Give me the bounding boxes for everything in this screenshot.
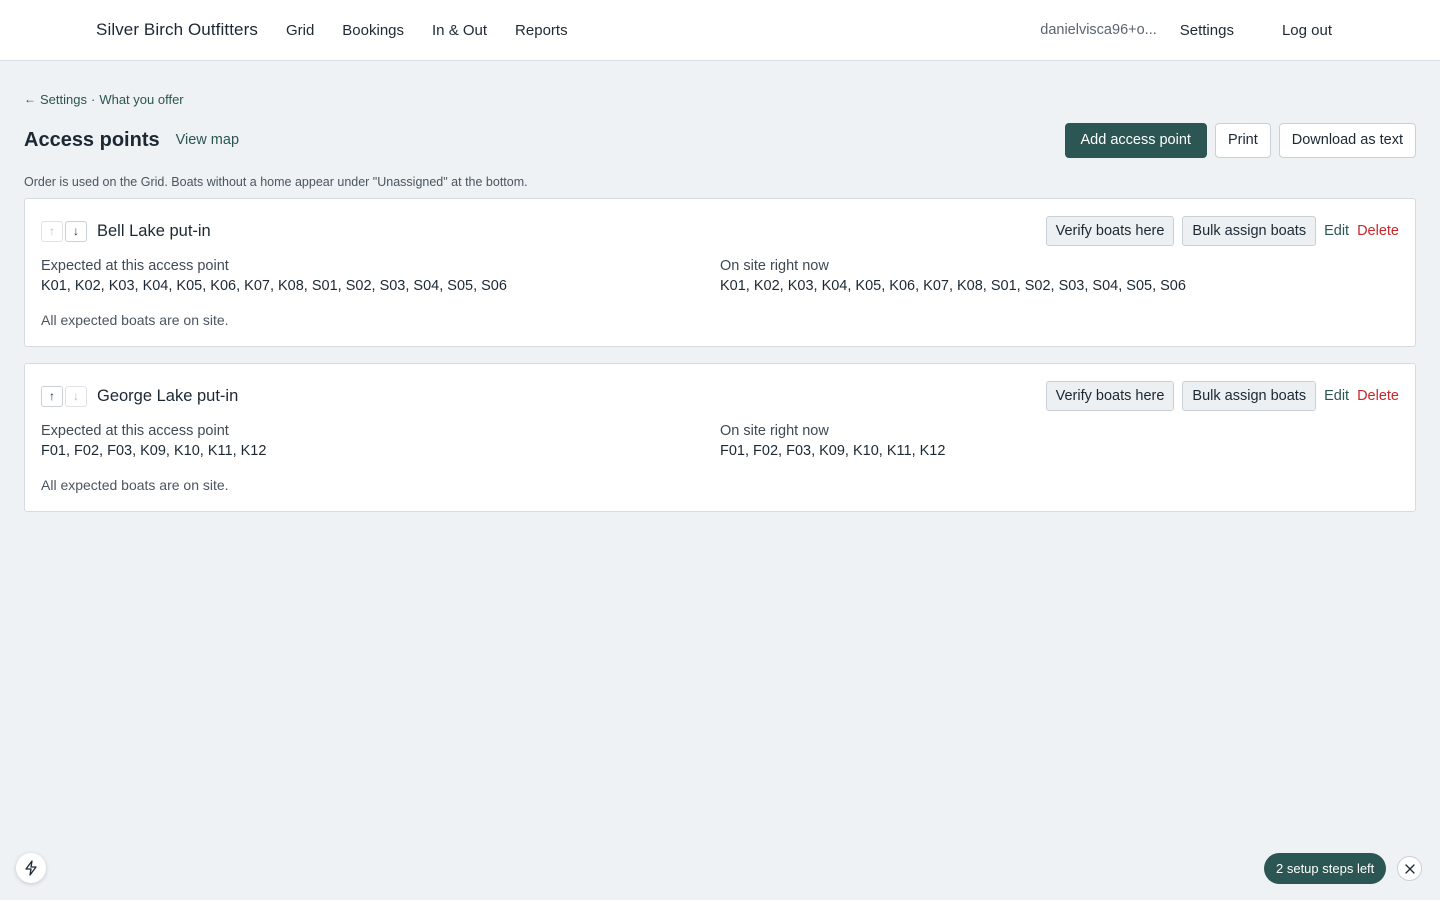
breadcrumb-parent[interactable]: Settings — [40, 92, 87, 107]
card-header: ↑ ↓ George Lake put-in Verify boats here… — [41, 381, 1399, 411]
expected-column: Expected at this access point F01, F02, … — [41, 421, 720, 461]
close-icon — [1404, 863, 1415, 874]
delete-link[interactable]: Delete — [1357, 223, 1399, 239]
access-point-card: ↑ ↓ George Lake put-in Verify boats here… — [24, 363, 1416, 512]
nav-reports[interactable]: Reports — [515, 22, 568, 39]
boat-columns: Expected at this access point F01, F02, … — [41, 421, 1399, 461]
arrow-down-icon: ↓ — [73, 389, 79, 403]
onsite-column: On site right now F01, F02, F03, K09, K1… — [720, 421, 1399, 461]
dismiss-setup-button[interactable] — [1397, 856, 1422, 881]
access-point-name: Bell Lake put-in — [97, 221, 211, 240]
main-content: ← Settings · What you offer Access point… — [0, 61, 1440, 512]
card-actions: Verify boats here Bulk assign boats Edit… — [1045, 216, 1399, 246]
main-nav: Grid Bookings In & Out Reports — [286, 22, 568, 39]
verify-boats-button[interactable]: Verify boats here — [1045, 381, 1175, 411]
card-header: ↑ ↓ Bell Lake put-in Verify boats here B… — [41, 216, 1399, 246]
add-access-point-button[interactable]: Add access point — [1064, 122, 1207, 158]
download-text-button[interactable]: Download as text — [1278, 122, 1416, 158]
edit-link[interactable]: Edit — [1324, 223, 1349, 239]
nav-settings[interactable]: Settings — [1180, 22, 1234, 39]
access-point-card: ↑ ↓ Bell Lake put-in Verify boats here B… — [24, 198, 1416, 347]
user-email[interactable]: danielvisca96+o... — [1040, 22, 1156, 38]
expected-label: Expected at this access point — [41, 423, 229, 439]
print-button[interactable]: Print — [1214, 122, 1271, 158]
move-down-button[interactable]: ↓ — [65, 220, 87, 242]
bulk-assign-button[interactable]: Bulk assign boats — [1182, 216, 1317, 246]
status-message: All expected boats are on site. — [41, 477, 229, 493]
page-header: Access points View map Add access point … — [24, 122, 1416, 158]
quick-actions-button[interactable] — [16, 853, 46, 883]
move-up-button[interactable]: ↑ — [41, 220, 63, 242]
brand-name[interactable]: Silver Birch Outfitters — [96, 20, 258, 40]
setup-steps-button[interactable]: 2 setup steps left — [1264, 853, 1387, 884]
edit-link[interactable]: Edit — [1324, 388, 1349, 404]
arrow-up-icon: ↑ — [49, 389, 55, 403]
page-actions: Add access point Print Download as text — [1064, 122, 1416, 158]
nav-in-out[interactable]: In & Out — [432, 22, 487, 39]
onsite-boats: F01, F02, F03, K09, K10, K11, K12 — [720, 443, 946, 459]
onsite-label: On site right now — [720, 258, 829, 274]
bolt-icon — [25, 860, 37, 876]
verify-boats-button[interactable]: Verify boats here — [1045, 216, 1175, 246]
nav-bookings[interactable]: Bookings — [342, 22, 404, 39]
breadcrumb[interactable]: ← Settings · What you offer — [24, 91, 1416, 107]
expected-label: Expected at this access point — [41, 258, 229, 274]
status-message: All expected boats are on site. — [41, 312, 229, 328]
breadcrumb-current[interactable]: What you offer — [99, 92, 183, 107]
onsite-column: On site right now K01, K02, K03, K04, K0… — [720, 256, 1399, 296]
onsite-boats: K01, K02, K03, K04, K05, K06, K07, K08, … — [720, 278, 1186, 294]
boat-columns: Expected at this access point K01, K02, … — [41, 256, 1399, 296]
view-map-link[interactable]: View map — [176, 132, 239, 148]
top-navbar: Silver Birch Outfitters Grid Bookings In… — [0, 0, 1440, 61]
expected-boats: K01, K02, K03, K04, K05, K06, K07, K08, … — [41, 278, 507, 294]
expected-column: Expected at this access point K01, K02, … — [41, 256, 720, 296]
access-point-name: George Lake put-in — [97, 386, 239, 405]
breadcrumb-separator: · — [90, 91, 96, 107]
back-arrow-icon: ← — [24, 92, 36, 106]
onsite-label: On site right now — [720, 423, 829, 439]
logout-link[interactable]: Log out — [1282, 22, 1332, 39]
arrow-up-icon: ↑ — [49, 224, 55, 238]
bulk-assign-button[interactable]: Bulk assign boats — [1182, 381, 1317, 411]
arrow-down-icon: ↓ — [73, 224, 79, 238]
delete-link[interactable]: Delete — [1357, 388, 1399, 404]
move-down-button[interactable]: ↓ — [65, 385, 87, 407]
move-up-button[interactable]: ↑ — [41, 385, 63, 407]
expected-boats: F01, F02, F03, K09, K10, K11, K12 — [41, 443, 267, 459]
order-hint: Order is used on the Grid. Boats without… — [24, 175, 528, 189]
card-actions: Verify boats here Bulk assign boats Edit… — [1045, 381, 1399, 411]
page-title: Access points — [24, 128, 160, 151]
nav-grid[interactable]: Grid — [286, 22, 314, 39]
account-nav: danielvisca96+o... Settings Log out — [1040, 22, 1332, 39]
